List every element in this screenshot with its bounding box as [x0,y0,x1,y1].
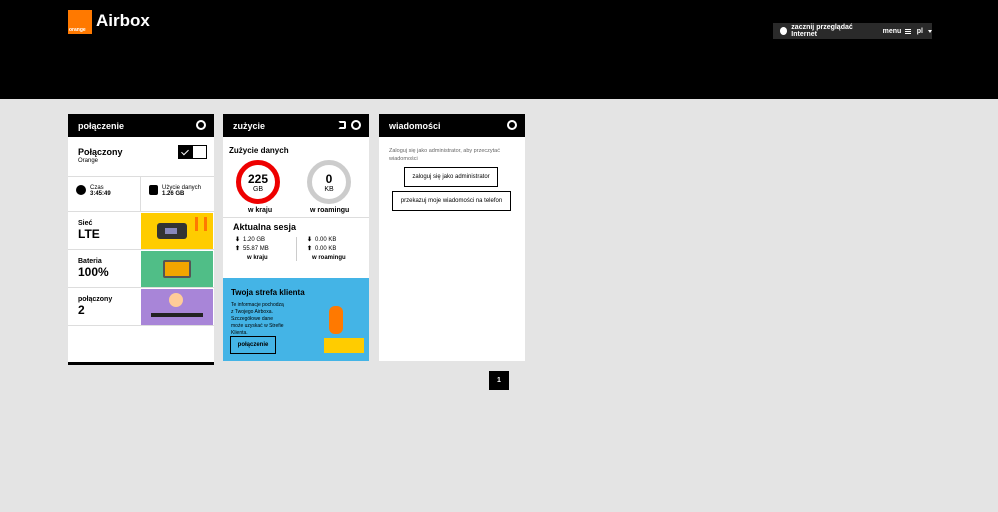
hamburger-icon[interactable] [905,28,912,34]
gear-icon[interactable] [351,120,361,130]
network-label: Sieć [78,220,93,227]
customer-zone-promo: Twoja strefa klienta Te informacje pocho… [223,278,369,361]
roam-upload-value: 0.00 KB [315,246,337,252]
network-row[interactable]: Sieć LTE [68,212,214,250]
language-select[interactable]: pl [917,28,923,35]
home-upload: ⬆ 55.87 MB [235,245,269,252]
divider [223,217,369,218]
desk-icon [151,313,203,317]
battery-label: Bateria [78,258,102,265]
connection-status-row: Połączony Orange [68,137,214,177]
home-download: ⬇ 1.20 GB [235,236,265,243]
messages-info: Zaloguj się jako administrator, aby prze… [389,148,500,162]
gear-icon[interactable] [507,120,517,130]
messages-card: wiadomości Zaloguj się jako administrato… [379,114,525,361]
connected-devices-row[interactable]: połączony 2 [68,288,214,326]
orange-logo[interactable]: orange [68,10,92,34]
router-illustration [141,213,213,249]
session-divider [296,237,297,261]
connected-value: 2 [78,303,85,317]
time-cell: Czas 3:45:49 [68,177,141,211]
data-usage-icon [149,185,158,195]
page-number-button[interactable]: 1 [489,371,509,390]
roam-download: ⬇ 0.00 KB [307,236,336,243]
usage-card: zużycie Zużycie danych 225 GB 0 KB w kra… [223,114,369,361]
download-icon: ⬇ [235,237,241,243]
stairs-illustration [324,338,364,353]
check-icon [179,146,193,158]
usage-card-header: zużycie [223,114,369,137]
download-icon: ⬇ [307,237,313,243]
roaming-usage-gauge: 0 KB [307,160,351,204]
clock-icon [76,185,86,195]
logo-text: orange [69,27,86,33]
menu-button[interactable]: menu [883,28,902,35]
home-usage-gauge: 225 GB [236,160,280,204]
signal-icon [195,217,207,231]
home-upload-value: 55.87 MB [243,246,269,252]
chevron-down-icon[interactable] [927,29,932,33]
roam-upload: ⬆ 0.00 KB [307,245,336,252]
network-value: LTE [78,227,100,241]
battery-value: 100% [78,265,109,279]
promo-title: Twoja strefa klienta [231,288,305,297]
users-illustration [141,289,213,325]
roaming-usage-unit: KB [324,186,334,193]
top-bar: orange Airbox zacznij przeglądać Interne… [0,0,998,99]
top-nav: zacznij przeglądać Internet menu pl [773,23,932,39]
connection-toggle[interactable] [178,145,207,159]
home-label: w kraju [248,207,273,214]
brand-title: Airbox [96,11,150,30]
connected-label: połączony [78,296,113,303]
gear-icon[interactable] [196,120,206,130]
card-title: zużycie [233,121,266,131]
router-icon [157,223,187,239]
battery-row[interactable]: Bateria 100% [68,250,214,288]
connection-card-header: połączenie [68,114,214,137]
reset-icon[interactable] [338,121,346,129]
forward-messages-button[interactable]: przekazuj moje wiadomości na telefon [392,191,511,211]
card-bottom-bar [68,362,214,365]
usage-value: 1.26 GB [162,191,185,197]
card-title: wiadomości [389,121,441,131]
home-usage-value: 225 [247,172,269,186]
roam-download-value: 0.00 KB [315,237,337,243]
messages-card-header: wiadomości [379,114,525,137]
promo-connect-button[interactable]: połączenie [230,336,276,354]
person-illustration [329,306,343,334]
home-usage-unit: GB [252,186,264,193]
browse-link[interactable]: zacznij przeglądać Internet [791,24,872,38]
roaming-label: w roamingu [310,207,350,214]
usage-cell: Użycie danych 1.26 GB [141,177,214,211]
usage-subtitle: Zużycie danych [229,146,289,155]
session-roaming-label: w roamingu [312,255,346,261]
login-admin-button[interactable]: zaloguj się jako administrator [404,167,498,187]
person-icon [169,293,183,307]
connection-card: połączenie Połączony Orange Czas 3:45:49… [68,114,214,365]
upload-icon: ⬆ [307,246,313,252]
time-usage-row: Czas 3:45:49 Użycie danych 1.26 GB [68,177,214,212]
card-title: połączenie [78,121,125,131]
session-title: Aktualna sesja [233,222,297,232]
battery-illustration [141,251,213,287]
home-download-value: 1.20 GB [243,237,266,243]
upload-icon: ⬆ [235,246,241,252]
battery-icon [163,260,191,278]
roaming-usage-value: 0 [325,172,333,186]
globe-icon [780,27,788,35]
promo-text: Te informacje pochodzą z Twojego Airboxa… [231,302,284,336]
session-home-label: w kraju [247,255,268,261]
time-value: 3:45:49 [90,191,111,197]
